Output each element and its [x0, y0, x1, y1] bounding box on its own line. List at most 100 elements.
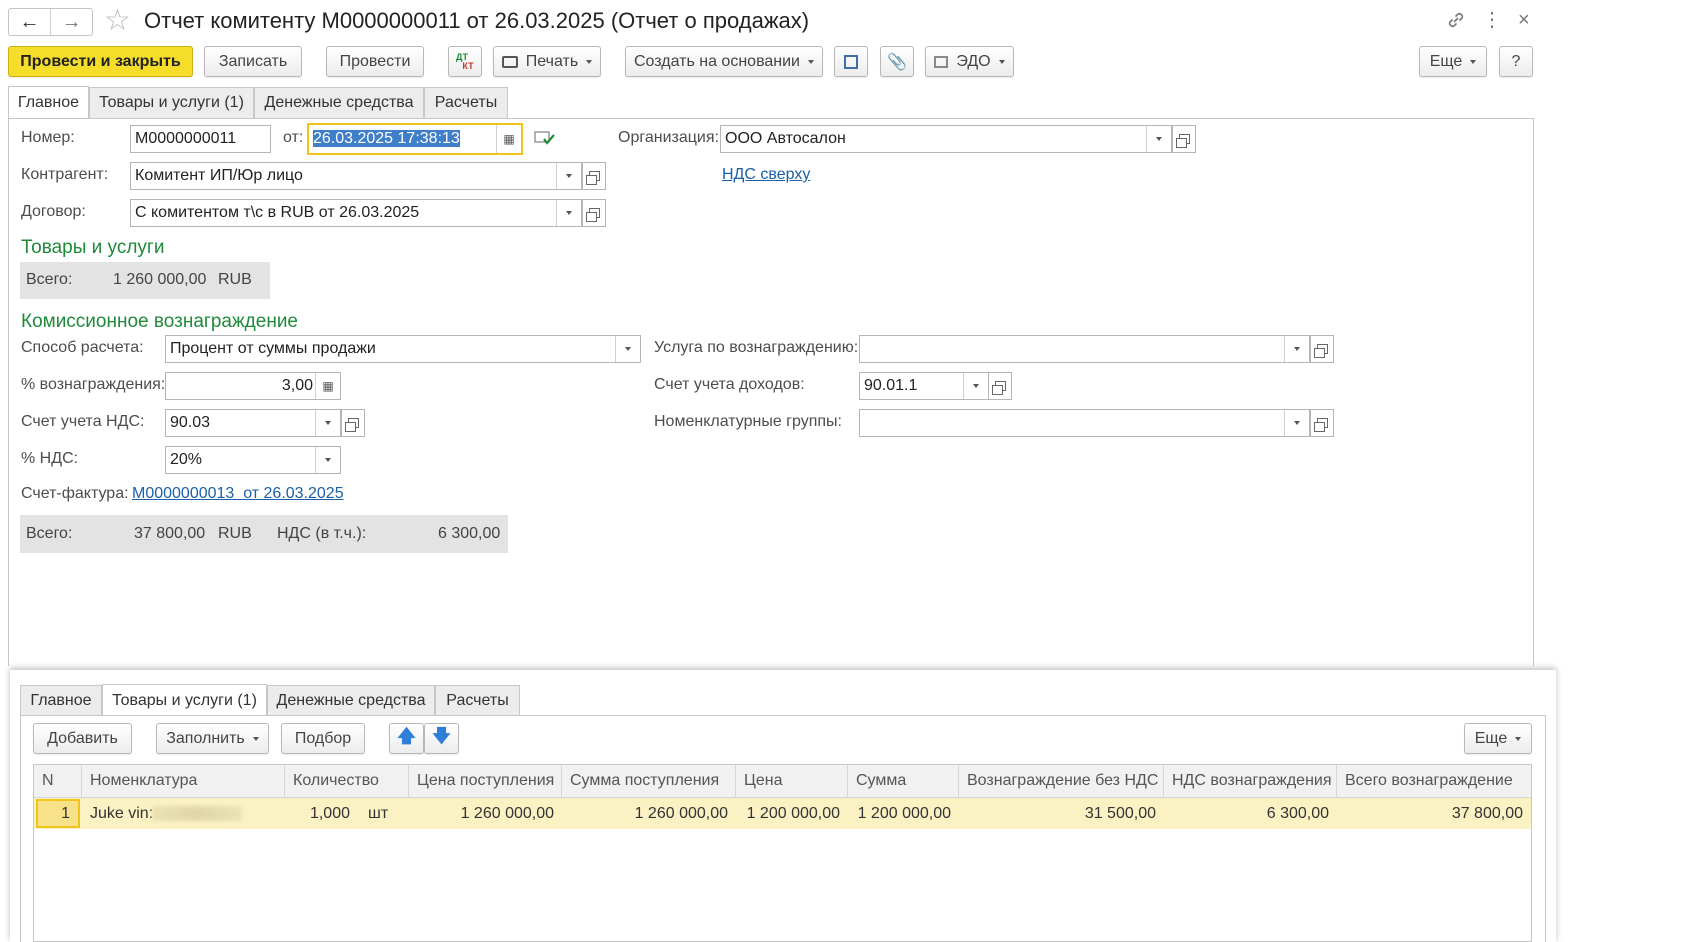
chevron-down-icon[interactable] [615, 336, 640, 362]
row-price[interactable]: 1 200 000,00 [736, 798, 848, 829]
edit-confirm-icon[interactable] [534, 129, 556, 147]
structure-button[interactable] [834, 46, 868, 77]
post-and-close-button[interactable]: Провести и закрыть [8, 46, 193, 77]
tab-main[interactable]: Главное [8, 86, 89, 118]
col-header-quantity[interactable]: Количество [285, 765, 409, 798]
chevron-down-icon[interactable] [1284, 410, 1309, 436]
col-header-fee-no-vat[interactable]: Вознаграждение без НДС [959, 765, 1164, 798]
col-header-nomenclature[interactable]: Номенклатура [82, 765, 285, 798]
col-header-fee-total[interactable]: Всего вознаграждение [1337, 765, 1531, 798]
counterparty-field[interactable]: Комитент ИП/Юр лицо [130, 162, 582, 190]
row-fee-vat[interactable]: 6 300,00 [1164, 798, 1337, 829]
nomenclature-groups-field[interactable] [859, 409, 1310, 437]
pick-button[interactable]: Подбор [281, 723, 365, 754]
arrow-right-icon[interactable]: → [51, 9, 92, 35]
fee-percent-field[interactable]: 3,00 ▦ [165, 372, 341, 400]
chevron-down-icon[interactable] [1284, 336, 1309, 362]
chevron-down-icon [1470, 59, 1477, 64]
chevron-down-icon[interactable] [556, 200, 581, 226]
counterparty-open-button[interactable] [582, 162, 606, 190]
dt-kt-button[interactable]: ДТ КТ [448, 46, 482, 77]
row-in-price[interactable]: 1 260 000,00 [409, 798, 562, 829]
contract-field[interactable]: С комитентом т\с в RUB от 26.03.2025 [130, 199, 582, 227]
income-account-open-button[interactable] [988, 372, 1012, 400]
create-based-on-button[interactable]: Создать на основании [625, 46, 823, 77]
lower-tab-goods[interactable]: Товары и услуги (1) [102, 684, 267, 716]
organization-field[interactable]: ООО Автосалон [720, 125, 1172, 153]
from-label: от: [283, 129, 304, 146]
calc-method-field[interactable]: Процент от суммы продажи [165, 335, 641, 363]
organization-open-button[interactable] [1172, 125, 1196, 153]
fill-button[interactable]: Заполнить [156, 723, 269, 754]
calculator-icon[interactable]: ▦ [315, 373, 340, 399]
row-sum[interactable]: 1 200 000,00 [848, 798, 959, 829]
arrow-down-icon: 🡇 [432, 725, 451, 746]
open-icon [1313, 418, 1328, 432]
vat-rate-field[interactable]: 20% [165, 446, 341, 474]
arrow-up-icon: 🡅 [397, 725, 416, 746]
edo-label: ЭДО [956, 52, 991, 70]
nomenclature-groups-open-button[interactable] [1310, 409, 1334, 437]
date-value: 26.03.2025 17:38:13 [313, 130, 460, 147]
chevron-down-icon [808, 59, 814, 64]
row-fee-total[interactable]: 37 800,00 [1337, 798, 1531, 829]
counterparty-label: Контрагент: [21, 166, 109, 183]
window-title: Отчет комитенту М0000000011 от 26.03.202… [144, 8, 810, 33]
col-header-in-price[interactable]: Цена поступления [409, 765, 562, 798]
attach-button[interactable]: 📎 [880, 46, 914, 77]
edo-icon [934, 55, 949, 68]
more-button[interactable]: Еще [1419, 46, 1487, 77]
close-icon[interactable]: × [1518, 8, 1530, 32]
vat-on-top-link[interactable]: НДС сверху [722, 166, 810, 184]
calendar-icon[interactable]: ▦ [496, 125, 521, 153]
income-account-field[interactable]: 90.01.1 [859, 372, 989, 400]
post-button[interactable]: Провести [326, 46, 424, 77]
chevron-down-icon[interactable] [315, 410, 340, 436]
fee-service-open-button[interactable] [1310, 335, 1334, 363]
blurred-vin [152, 806, 242, 821]
move-down-button[interactable]: 🡇 [424, 723, 459, 754]
lower-tab-money[interactable]: Денежные средства [267, 685, 435, 716]
row-unit[interactable]: шт [360, 798, 409, 829]
lower-tab-main[interactable]: Главное [20, 685, 102, 716]
move-up-button[interactable]: 🡅 [389, 723, 424, 754]
vat-account-open-button[interactable] [341, 409, 365, 437]
row-fee-no-vat[interactable]: 31 500,00 [959, 798, 1164, 829]
print-label: Печать [525, 52, 579, 70]
number-field[interactable]: М0000000011 [130, 125, 271, 153]
chevron-down-icon[interactable] [556, 163, 581, 189]
chevron-down-icon[interactable] [1146, 126, 1171, 152]
tab-goods[interactable]: Товары и услуги (1) [89, 87, 254, 118]
link-icon[interactable] [1444, 8, 1468, 32]
save-button[interactable]: Записать [204, 46, 302, 77]
more-vertical-icon[interactable]: ⋮ [1482, 8, 1502, 32]
date-field[interactable]: 26.03.2025 17:38:13 ▦ [307, 123, 523, 155]
vat-account-field[interactable]: 90.03 [165, 409, 341, 437]
chevron-down-icon[interactable] [963, 373, 988, 399]
tab-money[interactable]: Денежные средства [254, 87, 424, 118]
col-header-n[interactable]: N [34, 765, 82, 798]
col-header-fee-vat[interactable]: НДС вознаграждения [1164, 765, 1337, 798]
print-button[interactable]: Печать [493, 46, 601, 77]
favorite-star-icon[interactable]: ☆ [104, 4, 131, 38]
lower-more-button[interactable]: Еще [1464, 723, 1532, 754]
arrow-left-icon[interactable]: ← [9, 9, 51, 35]
add-button[interactable]: Добавить [33, 723, 132, 754]
tab-settlements[interactable]: Расчеты [424, 87, 508, 118]
counterparty-value: Комитент ИП/Юр лицо [135, 167, 303, 184]
chevron-down-icon[interactable] [315, 447, 340, 473]
number-label: Номер: [21, 129, 75, 146]
structure-icon [844, 54, 858, 69]
row-n[interactable]: 1 [36, 799, 80, 828]
lower-tab-settlements[interactable]: Расчеты [435, 685, 520, 716]
fee-service-field[interactable] [859, 335, 1310, 363]
invoice-link[interactable]: М0000000013 от 26.03.2025 [132, 485, 344, 503]
contract-open-button[interactable] [582, 199, 606, 227]
col-header-price[interactable]: Цена [736, 765, 848, 798]
row-quantity[interactable]: 1,000 [285, 798, 358, 829]
col-header-in-sum[interactable]: Сумма поступления [562, 765, 736, 798]
col-header-sum[interactable]: Сумма [848, 765, 959, 798]
help-button[interactable]: ? [1499, 46, 1533, 77]
edo-button[interactable]: ЭДО [925, 46, 1014, 77]
row-in-sum[interactable]: 1 260 000,00 [562, 798, 736, 829]
